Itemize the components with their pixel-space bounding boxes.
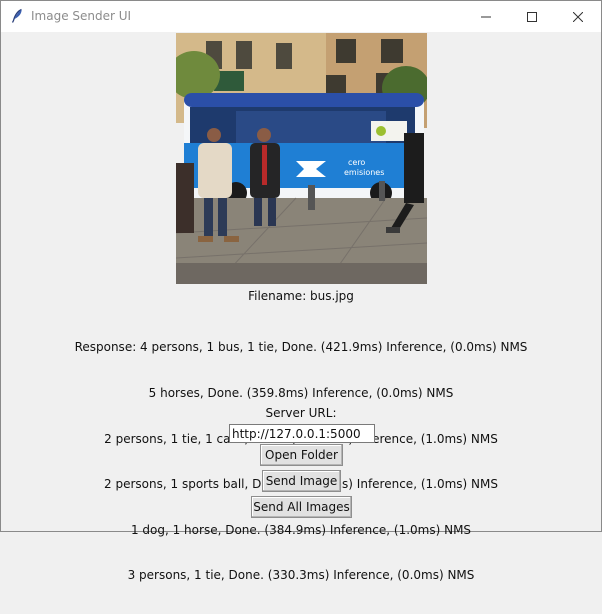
server-url-input[interactable]: [229, 424, 375, 443]
maximize-button[interactable]: [509, 1, 555, 32]
filename-label: Filename: bus.jpg: [248, 289, 354, 303]
bus-text-emisiones: emisiones: [344, 168, 384, 177]
minimize-icon: [481, 16, 491, 17]
response-line: 3 persons, 1 tie, Done. (330.3ms) Infere…: [127, 568, 475, 583]
feather-icon: [9, 8, 25, 24]
window-title: Image Sender UI: [31, 9, 132, 23]
response-line: 1 dog, 1 horse, Done. (384.9ms) Inferenc…: [130, 522, 472, 537]
title-bar[interactable]: Image Sender UI: [1, 1, 601, 32]
close-icon: [573, 11, 583, 22]
send-all-images-button[interactable]: Send All Images: [251, 496, 352, 518]
server-url-label: Server URL:: [265, 406, 337, 420]
bus-text-cero: cero: [348, 158, 365, 167]
maximize-icon: [527, 11, 537, 22]
minimize-button[interactable]: [463, 1, 509, 32]
response-line: 5 horses, Done. (359.8ms) Inference, (0.…: [148, 386, 454, 401]
open-folder-button[interactable]: Open Folder: [260, 444, 343, 466]
response-line: Response: 4 persons, 1 bus, 1 tie, Done.…: [74, 340, 528, 355]
send-image-button[interactable]: Send Image: [262, 470, 341, 492]
close-button[interactable]: [555, 1, 601, 32]
preview-image: cero emisiones: [176, 33, 427, 284]
app-window: Image Sender UI cero emisiones Filename:…: [0, 0, 602, 582]
